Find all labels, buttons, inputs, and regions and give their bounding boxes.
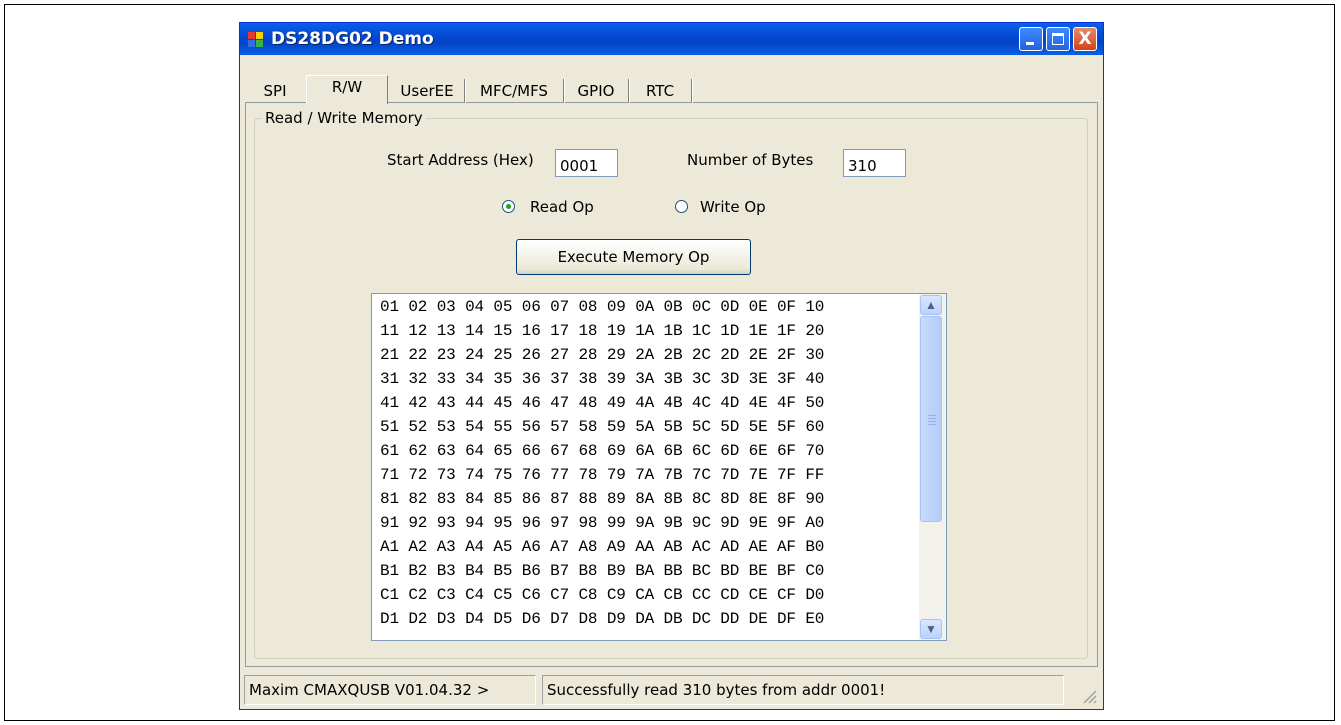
maximize-icon: [1052, 33, 1064, 45]
memory-line: B1 B2 B3 B4 B5 B6 B7 B8 B9 BA BB BC BD B…: [380, 562, 825, 580]
minimize-button[interactable]: [1019, 27, 1043, 51]
minimize-icon: [1026, 42, 1034, 45]
grip-line: [928, 415, 936, 416]
num-bytes-input[interactable]: 310: [843, 149, 906, 177]
app-window: DS28DG02 Demo X SPI R/W UserEE MFC/MFS G…: [239, 22, 1104, 710]
memory-line: 11 12 13 14 15 16 17 18 19 1A 1B 1C 1D 1…: [380, 322, 825, 340]
title-bar[interactable]: DS28DG02 Demo X: [240, 23, 1103, 55]
memory-line: 01 02 03 04 05 06 07 08 09 0A 0B 0C 0D 0…: [380, 298, 825, 316]
chevron-up-icon: ▲: [925, 298, 937, 312]
execute-memory-op-button[interactable]: Execute Memory Op: [516, 239, 751, 275]
read-op-label[interactable]: Read Op: [530, 198, 594, 216]
memory-line: 41 42 43 44 45 46 47 48 49 4A 4B 4C 4D 4…: [380, 394, 825, 412]
resize-grip-icon[interactable]: [1081, 688, 1097, 704]
tab-rw[interactable]: R/W: [306, 75, 388, 104]
write-op-label[interactable]: Write Op: [700, 198, 766, 216]
window-title: DS28DG02 Demo: [271, 29, 434, 49]
tab-gpio[interactable]: GPIO: [564, 79, 629, 103]
close-button[interactable]: X: [1073, 27, 1097, 51]
status-right: Successfully read 310 bytes from addr 00…: [542, 675, 1064, 705]
memory-line: A1 A2 A3 A4 A5 A6 A7 A8 A9 AA AB AC AD A…: [380, 538, 825, 556]
start-address-input[interactable]: 0001: [555, 149, 618, 177]
memory-line: 71 72 73 74 75 76 77 78 79 7A 7B 7C 7D 7…: [380, 466, 825, 484]
groupbox-title: Read / Write Memory: [262, 109, 426, 127]
memory-line: 61 62 63 64 65 66 67 68 69 6A 6B 6C 6D 6…: [380, 442, 825, 460]
vertical-scrollbar[interactable]: ▲ ▼: [919, 294, 946, 640]
read-op-radio[interactable]: [502, 200, 515, 213]
status-left: Maxim CMAXQUSB V01.04.32 >: [244, 675, 536, 705]
write-op-radio[interactable]: [675, 200, 688, 213]
memory-line: 81 82 83 84 85 86 87 88 89 8A 8B 8C 8D 8…: [380, 490, 825, 508]
grip-line: [928, 418, 936, 419]
memory-line: C1 C2 C3 C4 C5 C6 C7 C8 C9 CA CB CC CD C…: [380, 586, 825, 604]
memory-line: 91 92 93 94 95 96 97 98 99 9A 9B 9C 9D 9…: [380, 514, 825, 532]
close-icon: X: [1078, 29, 1092, 49]
app-icon: [248, 32, 264, 48]
tab-mfc-mfs[interactable]: MFC/MFS: [465, 79, 564, 103]
scroll-up-button[interactable]: ▲: [920, 295, 942, 315]
status-bar: Maxim CMAXQUSB V01.04.32 > Successfully …: [240, 671, 1103, 709]
grip-line: [928, 424, 936, 425]
tab-useree[interactable]: UserEE: [390, 79, 465, 103]
tab-spi[interactable]: SPI: [244, 79, 306, 103]
radio-selected-dot: [506, 204, 511, 209]
memory-line: 21 22 23 24 25 26 27 28 29 2A 2B 2C 2D 2…: [380, 346, 825, 364]
memory-line: 31 32 33 34 35 36 37 38 39 3A 3B 3C 3D 3…: [380, 370, 825, 388]
num-bytes-label: Number of Bytes: [687, 151, 814, 169]
start-address-label: Start Address (Hex): [387, 151, 534, 169]
tab-rtc[interactable]: RTC: [629, 79, 692, 103]
grip-line: [928, 421, 936, 422]
chevron-down-icon: ▼: [925, 622, 937, 636]
maximize-button[interactable]: [1046, 27, 1070, 51]
memory-line: 51 52 53 54 55 56 57 58 59 5A 5B 5C 5D 5…: [380, 418, 825, 436]
memory-display[interactable]: 01 02 03 04 05 06 07 08 09 0A 0B 0C 0D 0…: [371, 293, 947, 641]
memory-line: D1 D2 D3 D4 D5 D6 D7 D8 D9 DA DB DC DD D…: [380, 610, 825, 628]
scroll-thumb[interactable]: [920, 316, 942, 522]
scroll-down-button[interactable]: ▼: [920, 619, 942, 639]
